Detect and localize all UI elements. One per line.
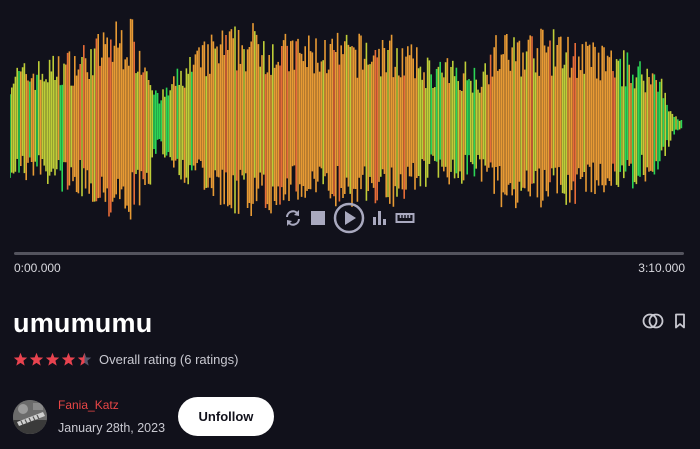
track-actions (642, 313, 686, 334)
play-button[interactable] (333, 202, 365, 234)
avatar-image (13, 399, 47, 434)
total-duration: 3:10.000 (638, 261, 685, 275)
progress-bar[interactable] (14, 252, 684, 255)
loop-button[interactable] (283, 208, 303, 228)
avatar[interactable] (13, 399, 47, 434)
bookmark-button[interactable] (674, 313, 686, 334)
compare-icon (642, 313, 664, 329)
star-icon (45, 352, 60, 366)
publish-date: January 28th, 2023 (58, 421, 166, 435)
current-time: 0:00.000 (14, 261, 61, 275)
star-icon (29, 352, 44, 366)
loop-icon (286, 210, 300, 226)
ruler-icon (395, 213, 415, 223)
author-info: Fania_Katz January 28th, 2023 (58, 398, 165, 435)
star-icon (61, 352, 76, 366)
compare-button[interactable] (642, 313, 664, 334)
author-name[interactable]: Fania_Katz (58, 398, 165, 412)
star-icon (13, 352, 28, 366)
player-controls (283, 202, 415, 234)
spectrum-icon (373, 211, 386, 225)
unfollow-button[interactable]: Unfollow (178, 397, 274, 436)
spectrum-button[interactable] (371, 209, 389, 227)
star-icon (77, 352, 92, 366)
play-icon (333, 202, 365, 234)
bookmark-icon (675, 313, 685, 329)
rating-text: Overall rating (6 ratings) (99, 352, 239, 367)
star-rating[interactable] (13, 352, 92, 367)
rating: Overall rating (6 ratings) (13, 352, 238, 367)
author-block: Fania_Katz January 28th, 2023 (13, 398, 165, 435)
stop-icon (311, 211, 325, 225)
ruler-button[interactable] (395, 209, 415, 227)
track-title: umumumu (13, 308, 153, 338)
stop-button[interactable] (309, 209, 327, 227)
